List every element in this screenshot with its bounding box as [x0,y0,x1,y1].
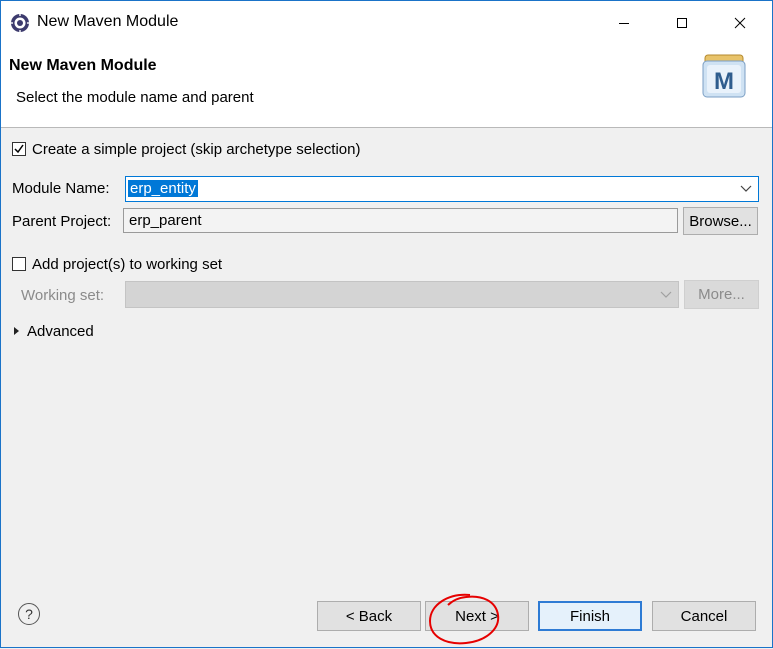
maximize-button[interactable] [653,1,711,45]
title-bar: New Maven Module [1,1,772,45]
module-name-value: erp_entity [128,180,198,197]
chevron-down-icon[interactable] [740,185,752,193]
working-set-checkbox[interactable] [12,257,26,271]
eclipse-icon [10,13,30,33]
simple-project-checkbox[interactable] [12,142,26,156]
advanced-toggle[interactable]: Advanced [13,323,94,340]
page-subtitle: Select the module name and parent [16,89,254,106]
help-button[interactable]: ? [18,603,40,625]
page-title: New Maven Module [9,57,157,74]
maven-logo-icon: M [702,54,746,98]
working-set-row[interactable]: Add project(s) to working set [12,256,222,273]
back-button[interactable]: < Back [317,601,421,631]
triangle-right-icon [14,327,19,335]
simple-project-row[interactable]: Create a simple project (skip archetype … [12,141,360,158]
close-button[interactable] [711,1,769,45]
simple-project-label: Create a simple project (skip archetype … [32,141,361,158]
module-name-combo[interactable]: erp_entity [125,176,759,202]
help-icon: ? [25,606,33,622]
cancel-button[interactable]: Cancel [652,601,756,631]
more-button[interactable]: More... [684,280,759,309]
svg-text:M: M [714,68,734,95]
wizard-content: Create a simple project (skip archetype … [1,128,772,608]
chevron-down-icon [660,291,672,298]
close-icon [734,17,746,29]
maximize-icon [677,18,687,28]
window-title: New Maven Module [37,13,179,30]
working-set-label: Working set: [21,287,105,304]
red-circle-annotation [428,593,500,645]
parent-project-value: erp_parent [129,212,202,229]
module-name-label: Module Name: [12,180,110,197]
working-set-combo[interactable] [125,281,679,308]
advanced-label: Advanced [27,323,94,340]
minimize-button[interactable] [595,1,653,45]
browse-button[interactable]: Browse... [683,207,758,235]
dialog-window: New Maven Module New Maven Module Select… [0,0,773,648]
parent-project-field: erp_parent [123,208,678,233]
checkmark-icon [14,144,24,154]
wizard-footer: ? < Back Next > Finish Cancel [1,573,772,649]
working-set-checkbox-label: Add project(s) to working set [32,256,223,273]
minimize-icon [619,23,629,24]
parent-project-label: Parent Project: [12,213,112,230]
wizard-header: New Maven Module Select the module name … [1,45,772,128]
finish-button[interactable]: Finish [538,601,642,631]
